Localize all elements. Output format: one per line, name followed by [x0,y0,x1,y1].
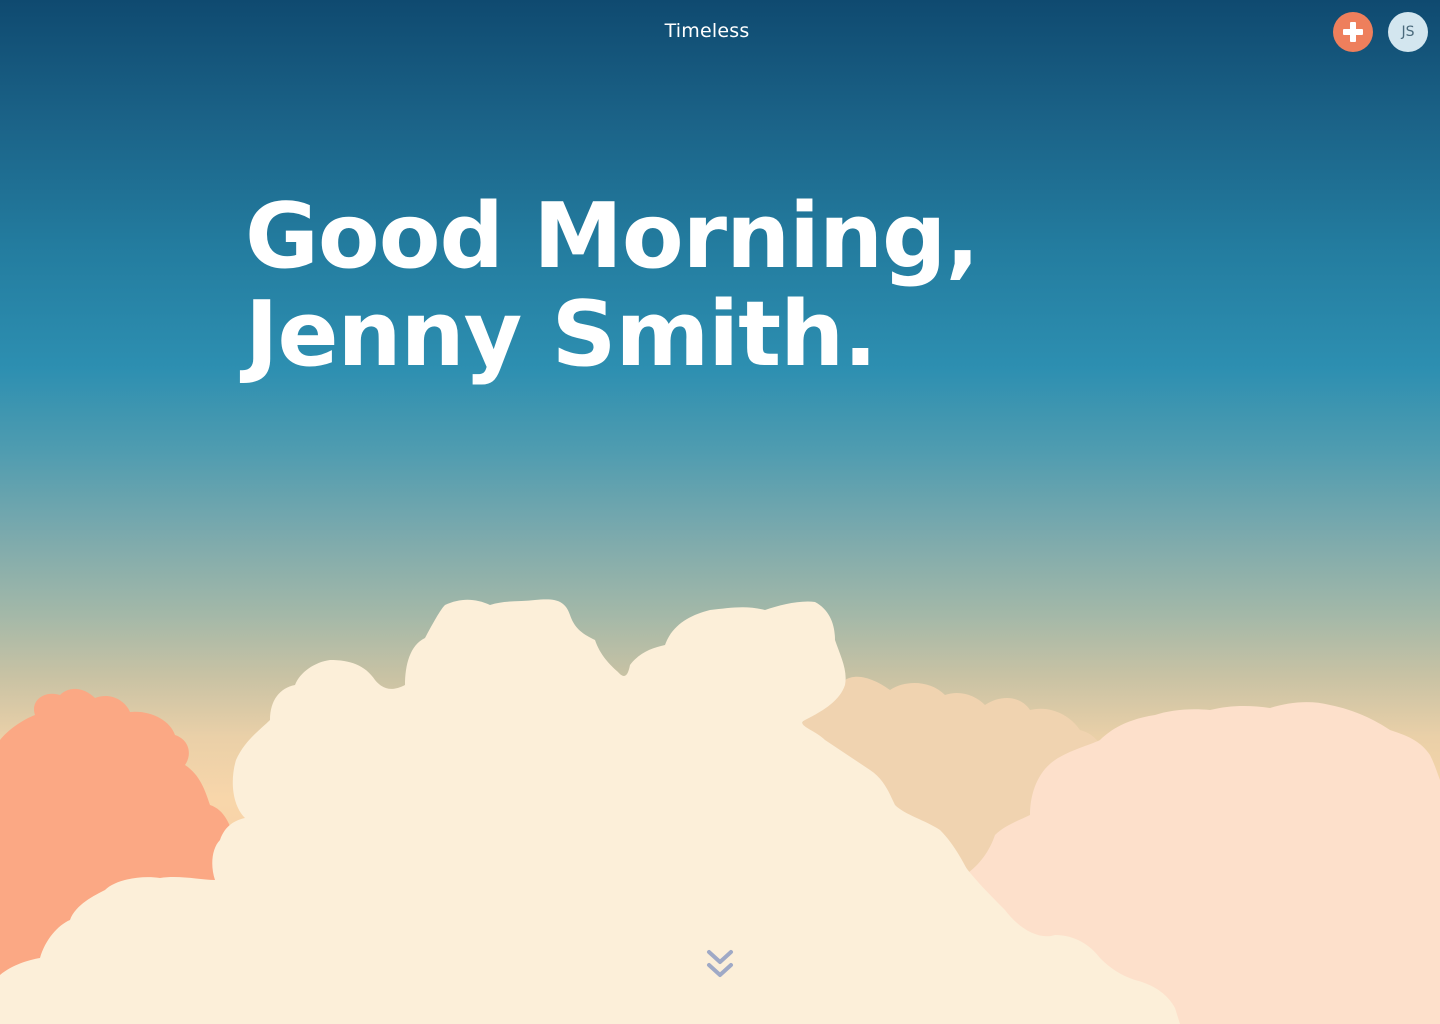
greeting-heading: Good Morning, Jenny Smith. [245,184,980,387]
greeting-line-1: Good Morning, [245,184,980,289]
chevron-double-down-icon [707,950,733,977]
scroll-down-button[interactable] [704,946,736,984]
add-button[interactable] [1333,12,1373,52]
user-avatar[interactable]: JS [1388,12,1428,52]
greeting-line-2: Jenny Smith. [245,282,877,387]
app-title: Timeless [664,20,750,42]
plus-icon [1343,22,1363,42]
